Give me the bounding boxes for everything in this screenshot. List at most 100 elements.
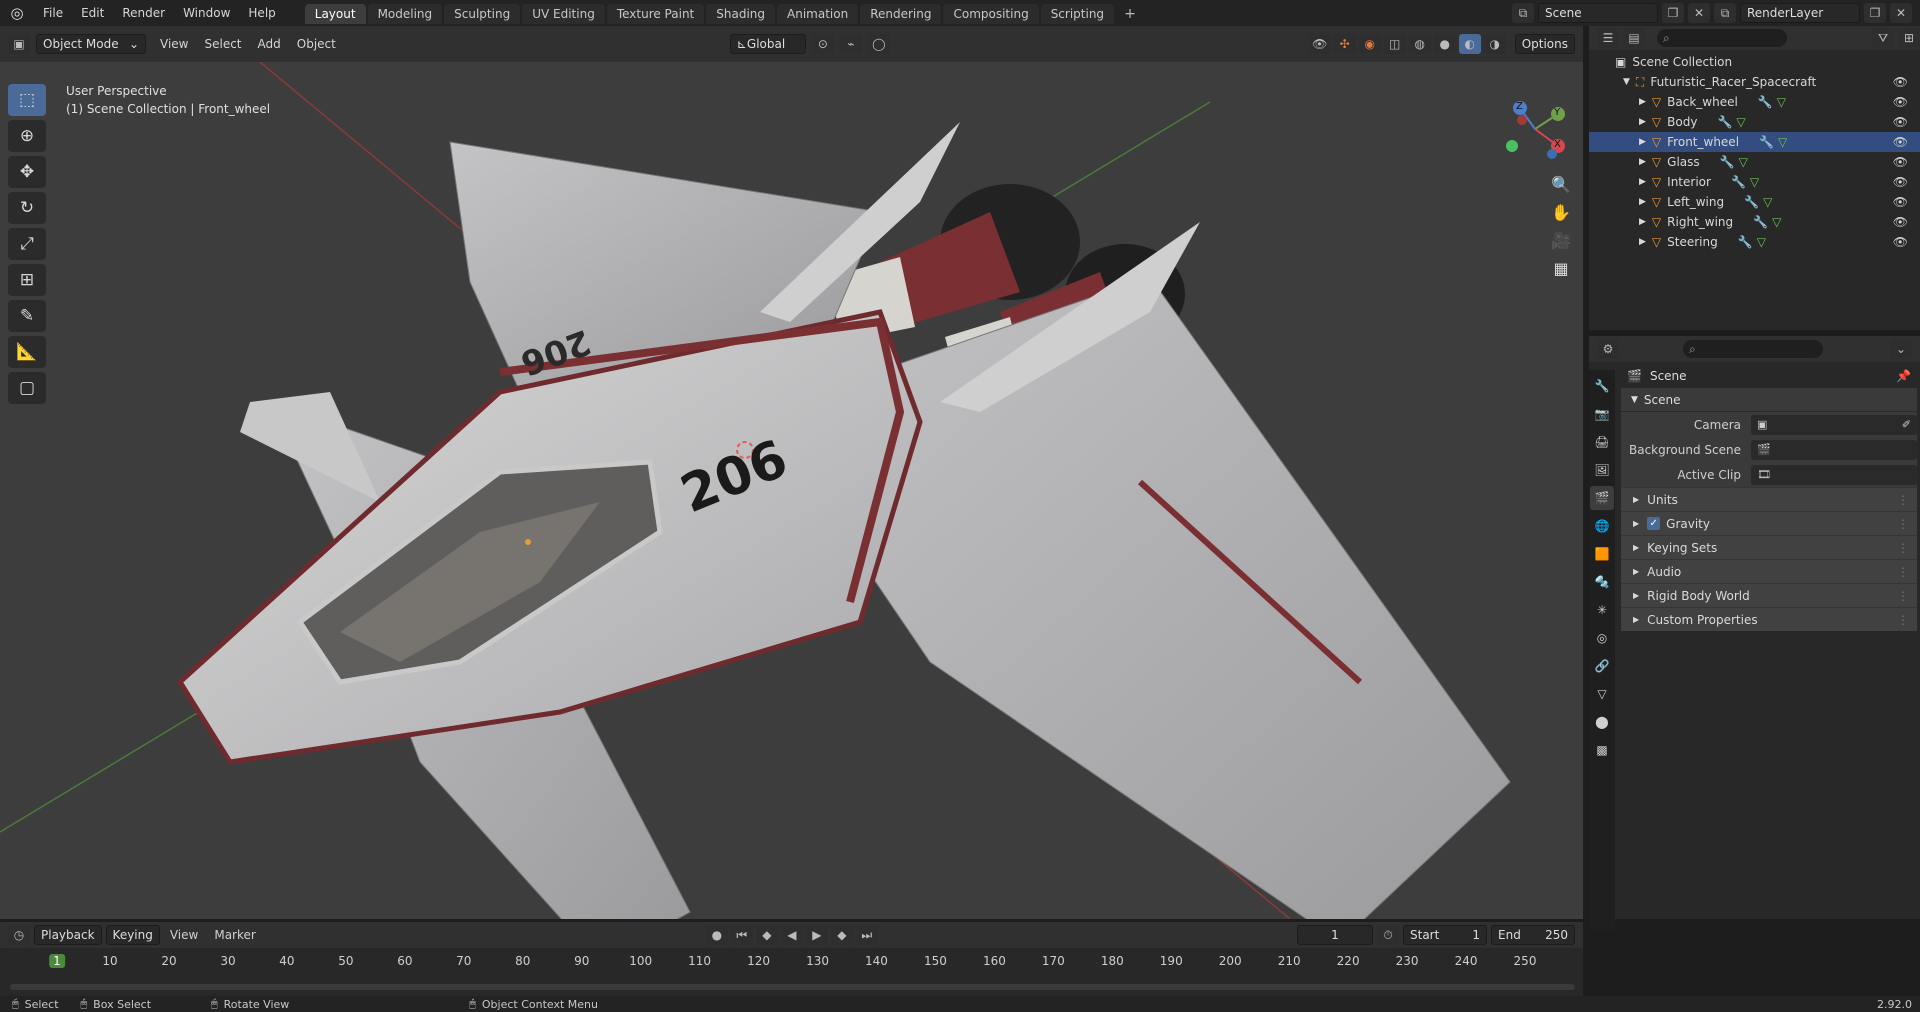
menu-file[interactable]: File: [34, 6, 72, 20]
cursor-tool-icon[interactable]: ⊕: [8, 120, 46, 152]
subpanel-rigid-body-world[interactable]: ▶ Rigid Body World ⋮: [1621, 583, 1917, 607]
camera-view-icon[interactable]: 🎥: [1546, 226, 1576, 254]
modifier-tab-icon[interactable]: 🔩: [1590, 570, 1614, 594]
outliner-object-glass[interactable]: ▶ ▽ Glass 🔧 ▽ 👁: [1589, 152, 1920, 172]
properties-chevron-down-icon[interactable]: ⌄: [1890, 339, 1912, 359]
menu-edit[interactable]: Edit: [72, 6, 113, 20]
add-workspace-icon[interactable]: +: [1116, 4, 1144, 24]
pan-hand-icon[interactable]: ✋: [1546, 198, 1576, 226]
menu-add[interactable]: Add: [250, 37, 289, 51]
tool-tab-icon[interactable]: 🔧: [1590, 374, 1614, 398]
options-dropdown[interactable]: Options: [1514, 34, 1575, 54]
outliner-object-back-wheel[interactable]: ▶ ▽ Back_wheel 🔧 ▽ 👁: [1589, 92, 1920, 112]
viewlayer-browse-icon[interactable]: ⧉: [1714, 3, 1736, 23]
snap-icon[interactable]: ⌁: [839, 34, 862, 54]
view-layer-tab-icon[interactable]: 🖼: [1590, 458, 1614, 482]
texture-tab-icon[interactable]: ▩: [1590, 738, 1614, 762]
object-tab-icon[interactable]: 🟧: [1590, 542, 1614, 566]
expand-arrow-icon[interactable]: ▶: [1639, 217, 1646, 227]
viewlayer-copy-icon[interactable]: ❐: [1864, 3, 1886, 23]
outliner-object-body[interactable]: ▶ ▽ Body 🔧 ▽ 👁: [1589, 112, 1920, 132]
render-tab-icon[interactable]: 📷: [1590, 402, 1614, 426]
eye-icon[interactable]: 👁: [1893, 235, 1908, 249]
pivot-icon[interactable]: ⊙: [811, 34, 834, 54]
viewlayer-close-icon[interactable]: ✕: [1890, 3, 1912, 23]
eye-icon[interactable]: 👁: [1893, 155, 1908, 169]
mode-dropdown[interactable]: Object Mode ⌄: [36, 34, 146, 54]
proportional-edit-icon[interactable]: ◯: [867, 34, 890, 54]
eye-icon[interactable]: 👁: [1893, 195, 1908, 209]
data-tab-icon[interactable]: ▽: [1590, 682, 1614, 706]
eye-icon[interactable]: 👁: [1893, 135, 1908, 149]
xray-icon[interactable]: ◫: [1383, 34, 1406, 54]
material-tab-icon[interactable]: ⬤: [1590, 710, 1614, 734]
measure-tool-icon[interactable]: 📐: [8, 336, 46, 368]
drag-handle-icon[interactable]: ⋮: [1897, 517, 1909, 531]
transform-orientation-dropdown[interactable]: ⊾ Global: [729, 34, 806, 54]
outliner-search-input[interactable]: ⌕: [1657, 29, 1787, 47]
add-cube-tool-icon[interactable]: ▢: [8, 372, 46, 404]
output-tab-icon[interactable]: 🖨: [1590, 430, 1614, 454]
tab-rendering[interactable]: Rendering: [860, 4, 942, 24]
drag-handle-icon[interactable]: ⋮: [1897, 613, 1909, 627]
annotate-tool-icon[interactable]: ✎: [8, 300, 46, 332]
expand-arrow-icon[interactable]: ▶: [1639, 97, 1646, 107]
particles-tab-icon[interactable]: ✳: [1590, 598, 1614, 622]
ortho-grid-icon[interactable]: ▦: [1546, 254, 1576, 282]
expand-arrow-icon[interactable]: ▶: [1639, 237, 1646, 247]
outliner-scene-collection[interactable]: ▣ Scene Collection: [1589, 52, 1920, 72]
outliner-collection[interactable]: ▼ ⛶ Futuristic_Racer_Spacecraft 👁: [1589, 72, 1920, 92]
outliner-object-front-wheel[interactable]: ▶ ▽ Front_wheel 🔧 ▽ 👁: [1589, 132, 1920, 152]
subpanel-audio[interactable]: ▶ Audio ⋮: [1621, 559, 1917, 583]
tab-uv-editing[interactable]: UV Editing: [522, 4, 605, 24]
navigation-gizmo[interactable]: Y Z X: [1500, 94, 1570, 164]
outliner-object-left-wing[interactable]: ▶ ▽ Left_wing 🔧 ▽ 👁: [1589, 192, 1920, 212]
subpanel-gravity[interactable]: ▶ ✓ Gravity ⋮: [1621, 511, 1917, 535]
overlay-toggle-icon[interactable]: ◉: [1358, 34, 1381, 54]
physics-tab-icon[interactable]: ◎: [1590, 626, 1614, 650]
gizmo-toggle-icon[interactable]: ✣: [1333, 34, 1356, 54]
rotate-tool-icon[interactable]: ↻: [8, 192, 46, 224]
tab-layout[interactable]: Layout: [304, 4, 366, 24]
expand-arrow-icon[interactable]: ▶: [1639, 197, 1646, 207]
tab-shading[interactable]: Shading: [706, 4, 775, 24]
visibility-icon[interactable]: 👁: [1308, 34, 1331, 54]
scale-tool-icon[interactable]: ⤢: [8, 228, 46, 260]
3d-viewport[interactable]: 206 206 User Perspective (1) Scene Colle…: [0, 62, 1583, 919]
outliner-object-steering[interactable]: ▶ ▽ Steering 🔧 ▽ 👁: [1589, 232, 1920, 252]
display-mode-icon[interactable]: ▤: [1623, 28, 1645, 48]
expand-arrow-icon[interactable]: ▶: [1639, 157, 1646, 167]
solid-shading-icon[interactable]: ●: [1433, 34, 1456, 54]
properties-editor-icon[interactable]: ⚙: [1597, 339, 1619, 359]
subpanel-units[interactable]: ▶ Units ⋮: [1621, 487, 1917, 511]
eye-icon[interactable]: 👁: [1893, 75, 1908, 89]
outliner-editor-icon[interactable]: ☰: [1597, 28, 1619, 48]
wireframe-shading-icon[interactable]: ◍: [1408, 34, 1431, 54]
active-clip-field[interactable]: 🎞: [1751, 464, 1917, 485]
editor-type-icon[interactable]: ▣: [8, 34, 30, 54]
eyedropper-icon[interactable]: ✐: [1902, 418, 1911, 431]
tab-sculpting[interactable]: Sculpting: [444, 4, 521, 24]
new-collection-icon[interactable]: ⊞: [1898, 28, 1920, 48]
drag-handle-icon[interactable]: ⋮: [1897, 493, 1909, 507]
material-shading-icon[interactable]: ◐: [1458, 34, 1481, 54]
background-scene-field[interactable]: 🎬: [1751, 439, 1917, 460]
outliner-object-interior[interactable]: ▶ ▽ Interior 🔧 ▽ 👁: [1589, 172, 1920, 192]
tab-texture-paint[interactable]: Texture Paint: [606, 4, 705, 24]
filter-icon[interactable]: ⛛: [1872, 28, 1894, 48]
pin-icon[interactable]: 📌: [1896, 369, 1911, 383]
eye-icon[interactable]: 👁: [1893, 95, 1908, 109]
eye-icon[interactable]: 👁: [1893, 215, 1908, 229]
menu-object[interactable]: Object: [289, 37, 344, 51]
expand-arrow-icon[interactable]: ▶: [1639, 177, 1646, 187]
menu-help[interactable]: Help: [239, 6, 284, 20]
view-layer-selector[interactable]: RenderLayer: [1740, 3, 1860, 23]
subpanel-keying-sets[interactable]: ▶ Keying Sets ⋮: [1621, 535, 1917, 559]
timeline-scrollbar[interactable]: [10, 984, 1575, 990]
drag-handle-icon[interactable]: ⋮: [1897, 565, 1909, 579]
tab-scripting[interactable]: Scripting: [1040, 4, 1115, 24]
scene-copy-icon[interactable]: ❐: [1662, 3, 1684, 23]
rendered-shading-icon[interactable]: ◑: [1483, 34, 1506, 54]
tab-compositing[interactable]: Compositing: [943, 4, 1039, 24]
transform-tool-icon[interactable]: ⊞: [8, 264, 46, 296]
